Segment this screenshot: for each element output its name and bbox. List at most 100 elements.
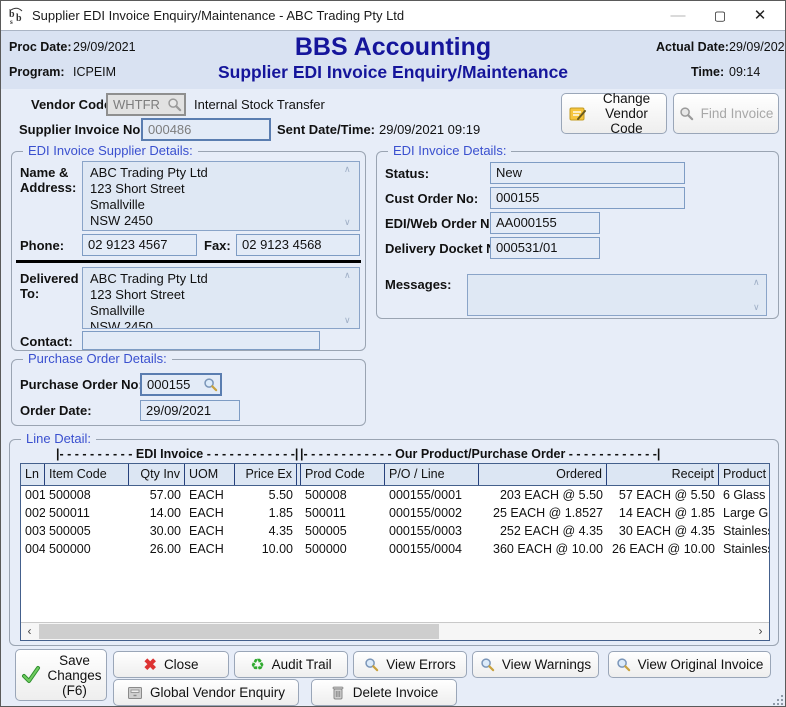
maximize-button[interactable]: ▢ — [703, 1, 737, 30]
window-title: Supplier EDI Invoice Enquiry/Maintenance… — [32, 8, 404, 23]
time-value: 09:14 — [729, 65, 760, 79]
section-divider — [16, 260, 361, 263]
supplier-invoice-label: Supplier Invoice No: — [19, 122, 145, 137]
contact-field[interactable] — [82, 331, 320, 350]
delete-invoice-button[interactable]: Delete Invoice — [311, 679, 457, 706]
actual-date-label: Actual Date: — [656, 40, 729, 54]
resize-grip-icon[interactable] — [773, 695, 783, 705]
magnifier-icon — [364, 657, 379, 672]
cust-order-field[interactable]: 000155 — [490, 187, 685, 209]
magnifier-icon — [480, 657, 495, 672]
save-changes-button[interactable]: Save Changes (F6) — [15, 649, 107, 701]
status-field[interactable]: New — [490, 162, 685, 184]
screen-title: Supplier EDI Invoice Enquiry/Maintenance — [1, 62, 785, 83]
po-number-field[interactable]: 000155 — [140, 373, 222, 396]
line-detail-group: Line Detail: |- - - - - - - - - - EDI In… — [9, 439, 779, 646]
delivered-to-field[interactable]: ABC Trading Pty Ltd 123 Short Street Sma… — [82, 267, 360, 329]
supplier-invoice-field[interactable]: 000486 — [141, 118, 271, 141]
edi-details-group: EDI Invoice Details: Status: New Cust Or… — [376, 151, 779, 319]
global-vendor-enquiry-button[interactable]: Global Vendor Enquiry — [113, 679, 299, 706]
header-band: Proc Date: 29/09/2021 Program: ICPEIM BB… — [1, 31, 785, 89]
vendor-code-label: Vendor Code: — [31, 97, 116, 112]
time-label: Time: — [691, 65, 724, 79]
view-errors-button[interactable]: View Errors — [353, 651, 467, 678]
line-detail-title: Line Detail: — [21, 431, 96, 446]
recycle-icon: ♻ — [250, 655, 264, 675]
find-invoice-button[interactable]: Find Invoice — [673, 93, 779, 134]
col-item-code: Item Code — [45, 464, 129, 485]
po-number-label: Purchase Order No: — [20, 377, 143, 392]
line-detail-table: Ln Item Code Qty Inv UOM Price Ex Prod C… — [20, 463, 770, 641]
po-lookup-icon[interactable] — [203, 377, 218, 392]
scroll-down-icon[interactable]: ∨ — [344, 218, 362, 227]
name-address-field[interactable]: ABC Trading Pty Ltd 123 Short Street Sma… — [82, 161, 360, 231]
red-x-icon: ✖ — [144, 655, 157, 675]
app-window: Supplier EDI Invoice Enquiry/Maintenance… — [0, 0, 786, 707]
scroll-down-icon[interactable]: ∨ — [344, 316, 362, 325]
scroll-up-icon[interactable]: ∧ — [344, 271, 362, 280]
po-details-group: Purchase Order Details: Purchase Order N… — [11, 359, 366, 426]
actual-date-value: 29/09/2021 — [729, 40, 786, 54]
vendor-code-field[interactable]: WHTFR — [106, 93, 186, 116]
scroll-up-icon[interactable]: ∧ — [753, 278, 775, 287]
close-window-button[interactable]: ✕ — [743, 1, 777, 30]
col-ln: Ln — [21, 464, 45, 485]
trash-icon — [330, 685, 346, 701]
scroll-right-icon[interactable]: › — [752, 623, 769, 640]
minimize-button[interactable]: — — [661, 1, 695, 30]
messages-label: Messages: — [385, 277, 451, 292]
table-row[interactable]: 002500011 14.00EACH 1.85 500011000155/00… — [21, 504, 769, 522]
col-price-ex: Price Ex — [235, 464, 297, 485]
col-prod-code: Prod Code — [301, 464, 385, 485]
scrollbar-thumb[interactable] — [39, 624, 439, 639]
form-body: Vendor Code: WHTFR Internal Stock Transf… — [1, 89, 786, 707]
scroll-down-icon[interactable]: ∨ — [753, 303, 775, 312]
edi-details-title: EDI Invoice Details: — [388, 143, 511, 158]
band-our-product: |- - - - - - - - - - - - Our Product/Pur… — [300, 447, 660, 461]
check-icon — [21, 665, 41, 685]
supplier-details-group: EDI Invoice Supplier Details: Name & Add… — [11, 151, 366, 351]
name-address-label: Name & Address: — [20, 165, 82, 195]
scroll-left-icon[interactable]: ‹ — [21, 623, 38, 640]
titlebar: Supplier EDI Invoice Enquiry/Maintenance… — [1, 1, 785, 31]
table-header-row: Ln Item Code Qty Inv UOM Price Ex Prod C… — [21, 464, 769, 486]
delivered-to-label: Delivered To: — [20, 271, 84, 301]
cust-order-label: Cust Order No: — [385, 191, 478, 206]
fax-label: Fax: — [204, 238, 231, 253]
status-label: Status: — [385, 166, 429, 181]
band-edi-invoice: |- - - - - - - - - - EDI Invoice - - - -… — [56, 447, 298, 461]
audit-trail-button[interactable]: ♻ Audit Trail — [234, 651, 348, 678]
change-vendor-code-button[interactable]: Change Vendor Code — [561, 93, 667, 134]
view-original-invoice-button[interactable]: View Original Invoice — [608, 651, 771, 678]
col-uom: UOM — [185, 464, 235, 485]
col-product-desc: Product De — [719, 464, 769, 485]
sent-datetime-value: 29/09/2021 09:19 — [379, 122, 480, 137]
sent-datetime-label: Sent Date/Time: — [277, 122, 375, 137]
table-row[interactable]: 004500000 26.00EACH 10.00 500000000155/0… — [21, 540, 769, 558]
phone-field[interactable]: 02 9123 4567 — [82, 234, 197, 256]
app-logo-icon — [8, 7, 26, 25]
col-receipt: Receipt — [607, 464, 719, 485]
table-row[interactable]: 003500005 30.00EACH 4.35 500005000155/00… — [21, 522, 769, 540]
supplier-details-title: EDI Invoice Supplier Details: — [23, 143, 198, 158]
po-details-title: Purchase Order Details: — [23, 351, 172, 366]
table-row[interactable]: 001500008 57.00EACH 5.50 500008000155/00… — [21, 486, 769, 504]
vendor-description: Internal Stock Transfer — [194, 97, 325, 112]
col-po-line: P/O / Line — [385, 464, 479, 485]
table-horizontal-scrollbar[interactable]: ‹ › — [21, 622, 769, 640]
col-qty-inv: Qty Inv — [129, 464, 185, 485]
vendor-lookup-icon[interactable] — [167, 97, 182, 112]
fax-field[interactable]: 02 9123 4568 — [236, 234, 360, 256]
edi-web-order-label: EDI/Web Order No: — [385, 216, 502, 231]
delivery-docket-field[interactable]: 000531/01 — [490, 237, 600, 259]
edi-web-order-field[interactable]: AA000155 — [490, 212, 600, 234]
cabinet-icon — [127, 685, 143, 701]
col-ordered: Ordered — [479, 464, 607, 485]
messages-field[interactable] — [467, 274, 767, 316]
phone-label: Phone: — [20, 238, 64, 253]
close-button[interactable]: ✖ Close — [113, 651, 229, 678]
scroll-up-icon[interactable]: ∧ — [344, 165, 362, 174]
view-warnings-button[interactable]: View Warnings — [472, 651, 599, 678]
magnifier-icon — [616, 657, 631, 672]
order-date-field[interactable]: 29/09/2021 — [140, 400, 240, 421]
